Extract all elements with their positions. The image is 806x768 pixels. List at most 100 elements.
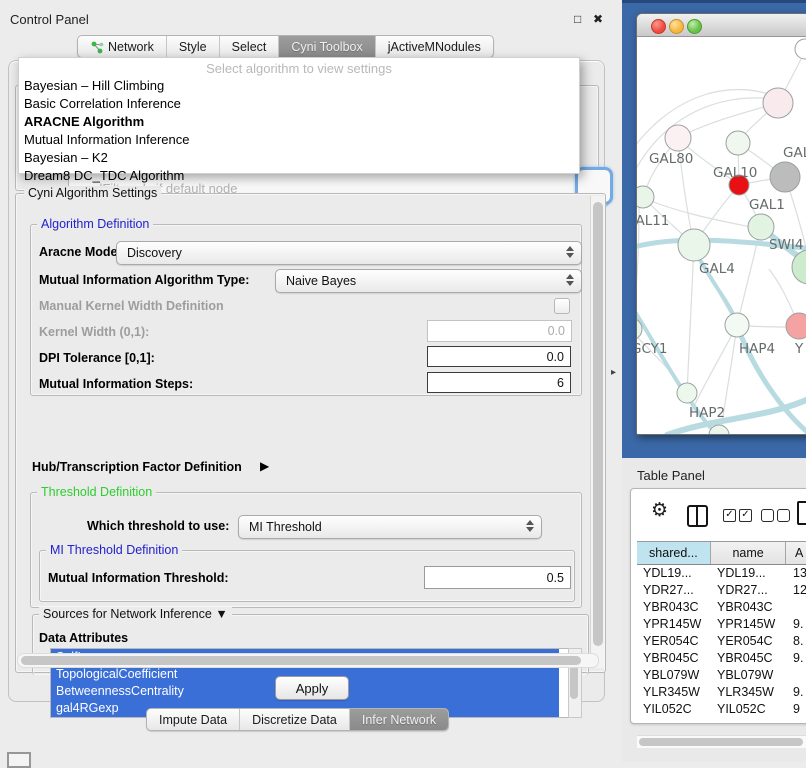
column-header-a[interactable]: A — [786, 542, 806, 564]
manual-kernel-checkbox[interactable] — [554, 298, 570, 314]
expand-arrow-icon[interactable]: ▶ — [260, 459, 269, 473]
table-cell: YDL19... — [711, 565, 787, 582]
network-node[interactable] — [770, 162, 800, 192]
collapse-arrow-icon[interactable]: ▼ — [215, 607, 227, 621]
close-panel-icon[interactable]: ✖ — [593, 12, 603, 26]
which-threshold-value: MI Threshold — [249, 520, 322, 534]
dropdown-item-bayesian-hill-climbing[interactable]: Bayesian – Hill Climbing — [19, 76, 579, 94]
dpi-tolerance-label: DPI Tolerance [0,1]: — [39, 351, 155, 365]
mi-threshold-label: Mutual Information Threshold: — [48, 571, 229, 585]
bottom-tab-label: Infer Network — [362, 713, 436, 727]
settings-hscrollbar-thumb[interactable] — [21, 656, 581, 665]
table-cell: YBR043C — [637, 599, 711, 616]
mi-type-label: Mutual Information Algorithm Type: — [39, 273, 249, 287]
data-attributes-label: Data Attributes — [39, 631, 128, 645]
table-row[interactable]: YPR145WYPR145W9. — [637, 616, 806, 633]
network-node[interactable] — [665, 125, 691, 151]
table-row[interactable]: YDR27...YDR27...12 — [637, 582, 806, 599]
dropdown-item-mutual-information-inference[interactable]: Mutual Information Inference — [19, 130, 579, 148]
table-row[interactable]: YDL19...YDL19...13 — [637, 565, 806, 582]
mi-threshold-groupbox: MI Threshold Definition Mutual Informati… — [39, 550, 575, 602]
dropdown-item-aracne-algorithm[interactable]: ARACNE Algorithm — [19, 112, 579, 130]
node-label: GAL — [783, 145, 806, 161]
panel-splitter-arrow-icon[interactable]: ▸ — [611, 367, 616, 378]
network-node[interactable] — [637, 186, 654, 208]
bottom-tab-infer-network[interactable]: Infer Network — [350, 709, 448, 730]
kernel-width-field[interactable]: 0.0 — [427, 320, 572, 342]
settings-scrollbar-horizontal[interactable] — [17, 653, 599, 668]
table-panel-section: Table Panel ⚙ ✓ ✓ shared...nameA YDL19..… — [622, 458, 806, 762]
cyni-bottom-tabs: Impute Data Discretize Data Infer Network — [146, 708, 449, 731]
table-row[interactable]: YBR045CYBR045C9. — [637, 650, 806, 667]
table-panel-card: ⚙ ✓ ✓ shared...nameA YDL19...YDL19...13Y… — [630, 488, 806, 724]
column-header-shared[interactable]: shared... — [637, 542, 711, 564]
dpi-tolerance-field[interactable]: 0.0 — [427, 346, 571, 367]
float-panel-icon[interactable]: □ — [574, 12, 581, 26]
column-header-name[interactable]: name — [711, 542, 787, 564]
mi-threshold-field[interactable]: 0.5 — [424, 566, 571, 589]
tab-style[interactable]: Style — [167, 36, 220, 57]
split-pane-icon[interactable] — [687, 505, 708, 527]
hub-definition-label[interactable]: Hub/Transcription Factor Definition — [32, 460, 242, 474]
table-scrollbar-horizontal[interactable] — [637, 735, 806, 748]
tab-cyni-toolbox[interactable]: Cyni Toolbox — [279, 36, 375, 57]
network-node[interactable] — [677, 383, 697, 403]
which-threshold-combobox[interactable]: MI Threshold — [238, 515, 542, 539]
table-row[interactable]: YLR345WYLR345W9. — [637, 684, 806, 701]
table-row[interactable]: YBR043CYBR043C — [637, 599, 806, 616]
network-edge[interactable] — [687, 245, 694, 393]
table-row[interactable]: YER054CYER054C8. — [637, 633, 806, 650]
bottom-tab-impute-data[interactable]: Impute Data — [147, 709, 240, 730]
settings-scrollbar-thumb[interactable] — [593, 202, 603, 646]
tab-network[interactable]: Network — [78, 36, 167, 57]
deselect-all-columns-icon[interactable] — [761, 509, 790, 522]
kernel-width-label: Kernel Width (0,1): — [39, 325, 149, 339]
network-graph-canvas[interactable]: GALGAL80GAL10GAL1GAL11SWI4GAL4GCY1HAP4YH… — [637, 37, 806, 435]
table-cell: YIL052C — [711, 701, 787, 718]
bottom-tab-discretize-data[interactable]: Discretize Data — [240, 709, 350, 730]
minimized-panel-icon[interactable] — [7, 752, 31, 768]
mi-type-combobox[interactable]: Naive Bayes — [275, 269, 582, 293]
table-cell: 8. — [787, 633, 806, 650]
network-node[interactable] — [763, 88, 793, 118]
network-node[interactable] — [725, 313, 749, 337]
network-icon — [90, 40, 104, 54]
table-row[interactable]: YBL079WYBL079W — [637, 667, 806, 684]
zoom-window-icon[interactable] — [687, 19, 702, 34]
bottom-tab-label: Discretize Data — [252, 713, 337, 727]
dropdown-item-basic-correlation-inference[interactable]: Basic Correlation Inference — [19, 94, 579, 112]
table-cell: YBL079W — [711, 667, 787, 684]
table-hscrollbar-thumb[interactable] — [639, 738, 803, 746]
control-panel-tabs: NetworkStyleSelectCyni ToolboxjActiveMNo… — [77, 35, 494, 58]
network-view-window[interactable]: GALGAL80GAL10GAL1GAL11SWI4GAL4GCY1HAP4YH… — [636, 13, 806, 435]
network-node[interactable] — [678, 229, 710, 261]
table-cell: 12 — [787, 582, 806, 599]
stepper-icon — [566, 246, 575, 258]
node-label: HAP4 — [739, 341, 775, 357]
gear-icon[interactable]: ⚙ — [651, 499, 668, 522]
dropdown-item-dream8-dc-tdc-algorithm[interactable]: Dream8 DC_TDC Algorithm — [19, 166, 579, 184]
settings-scrollbar-vertical[interactable] — [590, 196, 604, 668]
network-window-titlebar[interactable] — [637, 14, 806, 37]
dropdown-item-bayesian-k2[interactable]: Bayesian – K2 — [19, 148, 579, 166]
table-cell: 9. — [787, 616, 806, 633]
network-node[interactable] — [795, 39, 806, 59]
tab-select[interactable]: Select — [220, 36, 280, 57]
mi-steps-field[interactable]: 6 — [427, 372, 571, 393]
table-cell: YDL19... — [637, 565, 711, 582]
close-window-icon[interactable] — [651, 19, 666, 34]
table-row[interactable]: YIL052CYIL052C9 — [637, 701, 806, 718]
tab-jactivemnodules[interactable]: jActiveMNodules — [376, 36, 493, 57]
minimize-window-icon[interactable] — [669, 19, 684, 34]
select-all-columns-icon[interactable]: ✓ ✓ — [723, 509, 752, 522]
network-node[interactable] — [786, 313, 806, 339]
export-table-icon[interactable] — [797, 501, 806, 525]
table-cell: 13 — [787, 565, 806, 582]
aracne-mode-combobox[interactable]: Discovery — [116, 241, 582, 265]
aracne-mode-label: Aracne Mode: — [39, 245, 122, 259]
network-node[interactable] — [726, 131, 750, 155]
manual-kernel-label: Manual Kernel Width Definition — [39, 299, 224, 313]
table-cell: YIL052C — [637, 701, 711, 718]
network-edge[interactable] — [678, 103, 778, 138]
apply-button[interactable]: Apply — [275, 676, 349, 700]
